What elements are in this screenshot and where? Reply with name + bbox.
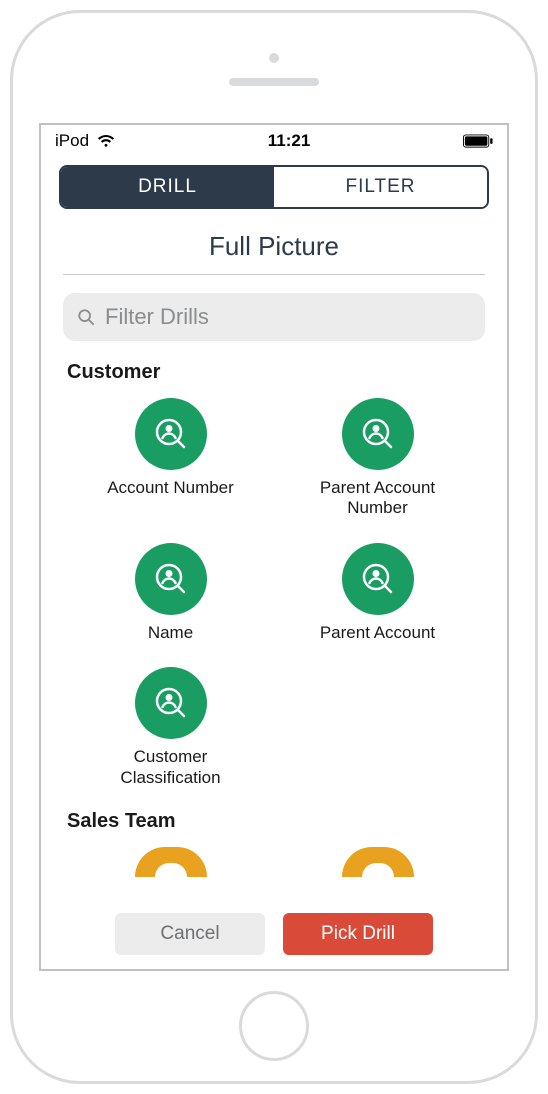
person-search-icon xyxy=(342,398,414,470)
tab-filter[interactable]: FILTER xyxy=(274,167,487,207)
status-time: 11:21 xyxy=(268,131,311,151)
pick-drill-button[interactable]: Pick Drill xyxy=(283,913,433,955)
person-search-icon xyxy=(135,543,207,615)
home-button[interactable] xyxy=(239,991,309,1061)
segmented-control: DRILL FILTER xyxy=(59,165,489,209)
device-label: iPod xyxy=(55,131,89,151)
section-header-sales-team: Sales Team xyxy=(67,810,481,833)
drill-label: Customer Classification xyxy=(96,747,246,788)
camera-dot xyxy=(269,53,279,63)
screen: iPod 11:21 DRILL FILTER Full Pictu xyxy=(39,123,509,971)
tab-drill-label: DRILL xyxy=(138,176,197,198)
content: iPod 11:21 DRILL FILTER Full Pictu xyxy=(41,125,507,969)
drill-account-number[interactable]: Account Number xyxy=(67,398,274,519)
search-box[interactable] xyxy=(63,293,485,341)
cancel-button-label: Cancel xyxy=(160,923,219,945)
cancel-button[interactable]: Cancel xyxy=(115,913,265,955)
drill-customer-classification[interactable]: Customer Classification xyxy=(67,667,274,788)
status-left: iPod xyxy=(55,131,115,151)
drill-label: Parent Account xyxy=(320,623,435,643)
status-bar: iPod 11:21 xyxy=(41,125,507,155)
sales-team-peek xyxy=(67,847,481,877)
person-search-icon xyxy=(342,543,414,615)
pick-drill-button-label: Pick Drill xyxy=(321,923,395,945)
drill-parent-account[interactable]: Parent Account xyxy=(274,543,481,643)
customer-grid: Account Number Parent Account Number Nam… xyxy=(67,398,481,788)
person-search-icon xyxy=(135,398,207,470)
person-search-icon xyxy=(135,847,207,877)
search-icon xyxy=(77,308,95,326)
section-header-customer: Customer xyxy=(67,361,481,384)
footer-bar: Cancel Pick Drill xyxy=(41,903,507,969)
phone-frame: iPod 11:21 DRILL FILTER Full Pictu xyxy=(10,10,538,1084)
page-title: Full Picture xyxy=(41,223,507,274)
tab-filter-label: FILTER xyxy=(345,176,415,198)
drill-label: Name xyxy=(148,623,193,643)
drill-label: Account Number xyxy=(107,478,234,498)
battery-icon xyxy=(463,134,493,148)
person-search-icon xyxy=(342,847,414,877)
drill-sales-team-item[interactable] xyxy=(274,847,481,877)
drill-sales-team-item[interactable] xyxy=(67,847,274,877)
drill-name[interactable]: Name xyxy=(67,543,274,643)
drill-parent-account-number[interactable]: Parent Account Number xyxy=(274,398,481,519)
search-input[interactable] xyxy=(105,304,471,330)
wifi-icon xyxy=(97,134,115,148)
person-search-icon xyxy=(135,667,207,739)
drill-label: Parent Account Number xyxy=(303,478,453,519)
speaker-slit xyxy=(229,78,319,86)
tab-drill[interactable]: DRILL xyxy=(61,167,274,207)
title-divider xyxy=(63,274,485,275)
